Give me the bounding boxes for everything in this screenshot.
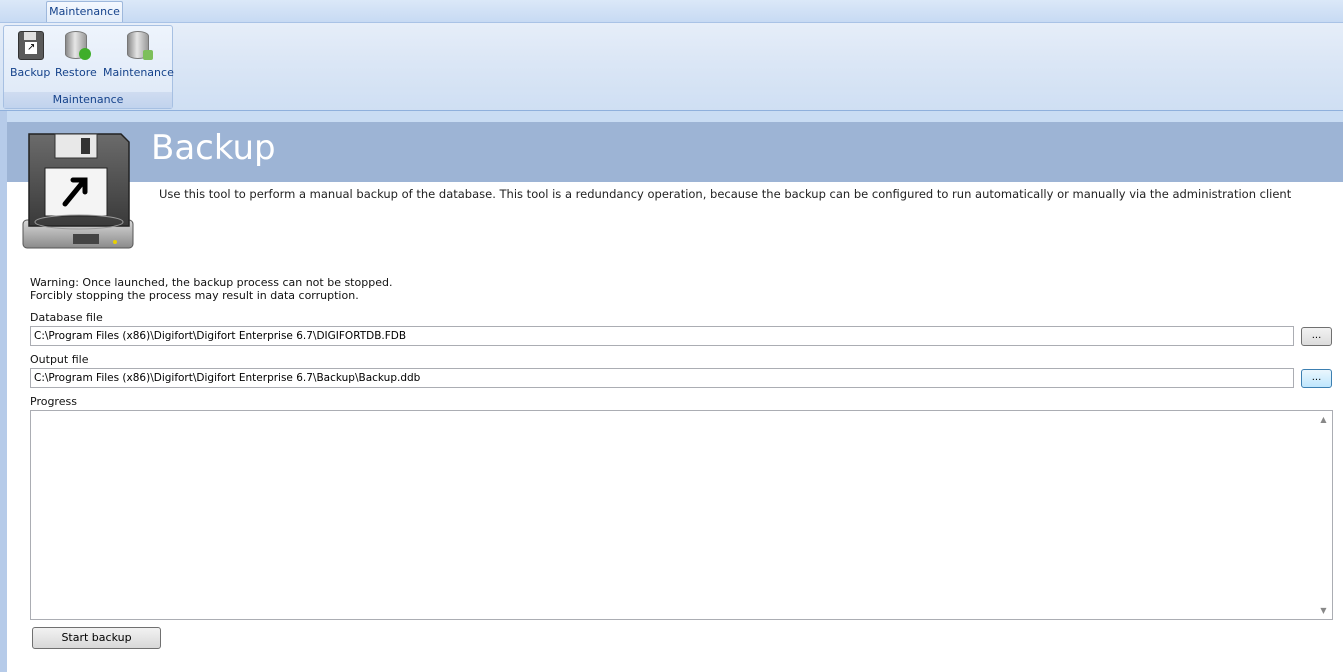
maintenance-button[interactable]: Maintenance xyxy=(103,28,174,79)
database-file-browse-button[interactable]: ... xyxy=(1301,327,1332,346)
warning-line-1: Warning: Once launched, the backup proce… xyxy=(30,276,393,289)
header-band: Backup xyxy=(7,122,1343,182)
output-file-label: Output file xyxy=(30,353,89,366)
ribbon-group-maintenance: Backup Restore Maintenance Maintenance xyxy=(3,25,174,109)
floppy-drive-icon xyxy=(22,133,134,249)
progress-scrollbar[interactable]: ▲ ▼ xyxy=(1315,411,1332,619)
ribbon-panel: Backup Restore Maintenance Maintenance xyxy=(0,22,1343,111)
database-restore-icon xyxy=(60,28,92,62)
output-file-browse-button[interactable]: ... xyxy=(1301,369,1332,388)
left-border-strip xyxy=(0,111,7,672)
floppy-backup-icon xyxy=(14,28,46,62)
scroll-down-icon[interactable]: ▼ xyxy=(1315,602,1332,619)
maintenance-button-label: Maintenance xyxy=(103,66,174,79)
database-file-label: Database file xyxy=(30,311,103,324)
start-backup-button[interactable]: Start backup xyxy=(32,627,161,649)
restore-button[interactable]: Restore xyxy=(55,28,97,79)
backup-button[interactable]: Backup xyxy=(10,28,50,79)
scroll-up-icon[interactable]: ▲ xyxy=(1315,411,1332,428)
progress-label: Progress xyxy=(30,395,77,408)
ribbon-group-caption: Maintenance xyxy=(4,92,172,108)
restore-button-label: Restore xyxy=(55,66,97,79)
ribbon-tab-strip: Maintenance xyxy=(0,0,1343,22)
warning-text: Warning: Once launched, the backup proce… xyxy=(30,276,392,302)
database-file-input[interactable] xyxy=(30,326,1294,346)
page-title: Backup xyxy=(151,128,276,168)
progress-log[interactable]: ▲ ▼ xyxy=(30,410,1333,620)
output-file-input[interactable] xyxy=(30,368,1294,388)
backup-button-label: Backup xyxy=(10,66,51,79)
tab-maintenance[interactable]: Maintenance xyxy=(46,1,123,22)
database-maintenance-icon xyxy=(122,28,154,62)
description-text: Use this tool to perform a manual backup… xyxy=(159,187,1292,201)
warning-line-2: Forcibly stopping the process may result… xyxy=(30,289,359,302)
backup-panel: Backup Use this tool to perform a manual… xyxy=(7,122,1343,672)
